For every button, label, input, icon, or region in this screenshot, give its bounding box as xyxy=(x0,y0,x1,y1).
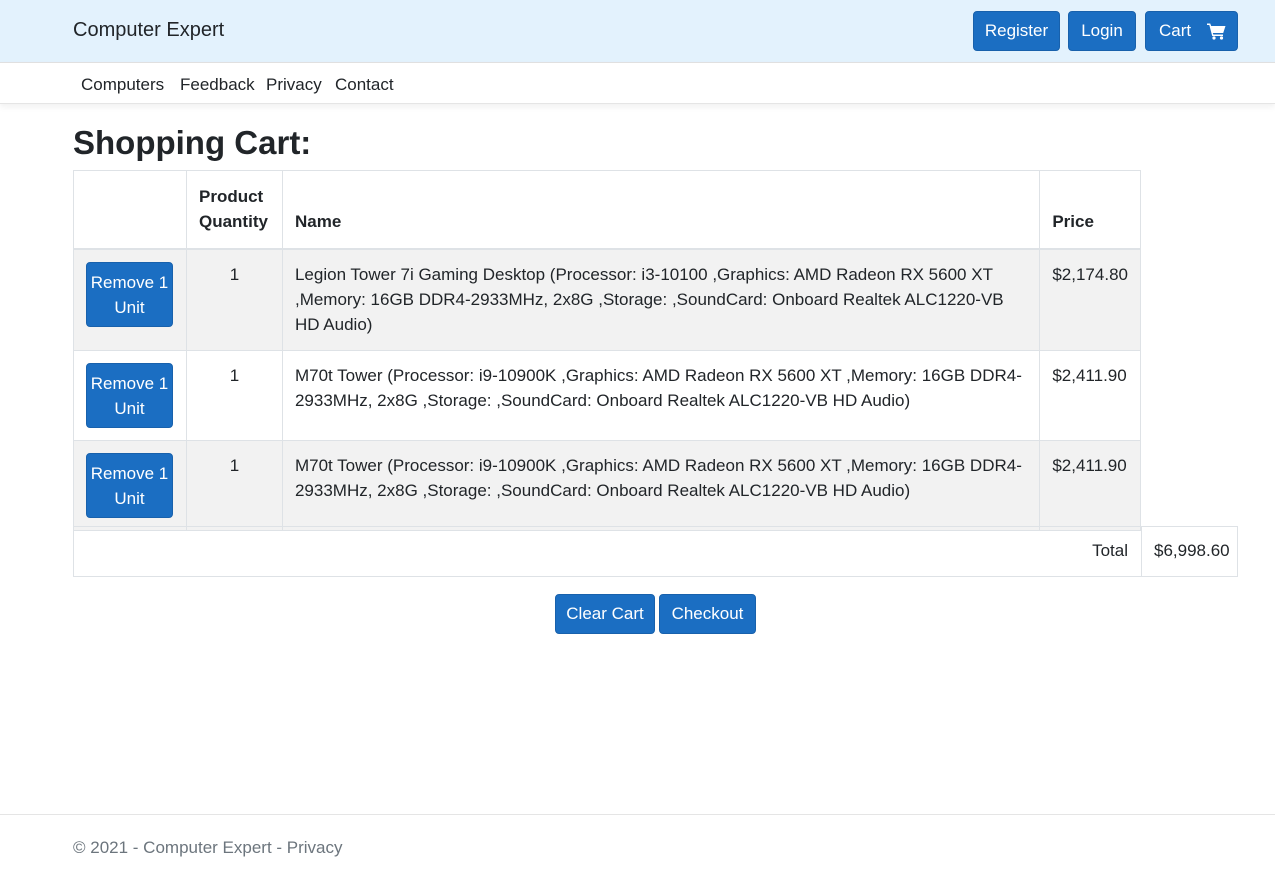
quantity-cell: 1 xyxy=(185,439,283,531)
nav-computers[interactable]: Computers xyxy=(81,75,164,95)
shopping-cart-icon xyxy=(1207,23,1226,40)
cart-table: Product Quantity Name Price Remove 1 Uni… xyxy=(73,170,1141,531)
product-name-cell: M70t Tower (Processor: i9-10900K ,Graphi… xyxy=(281,439,1041,531)
nav-contact[interactable]: Contact xyxy=(335,75,394,95)
quantity-cell: 1 xyxy=(185,248,283,351)
top-navbar: Computer Expert Register Login Cart xyxy=(0,0,1275,62)
remove-unit-button[interactable]: Remove 1 Unit xyxy=(86,262,173,327)
product-name-cell: Legion Tower 7i Gaming Desktop (Processo… xyxy=(281,248,1041,351)
header-quantity: Product Quantity xyxy=(185,170,283,250)
checkout-button[interactable]: Checkout xyxy=(659,594,756,634)
remove-unit-button[interactable]: Remove 1 Unit xyxy=(86,452,173,518)
nav-privacy[interactable]: Privacy xyxy=(266,75,322,95)
total-divider xyxy=(1141,527,1142,576)
secondary-nav: Computers Feedback Privacy Contact xyxy=(0,62,1275,104)
table-row: Remove 1 Unit 1 Legion Tower 7i Gaming D… xyxy=(73,248,1141,351)
row-action-cell: Remove 1 Unit xyxy=(73,248,187,351)
table-row: Remove 1 Unit 1 M70t Tower (Processor: i… xyxy=(73,349,1141,441)
cart-button-label: Cart xyxy=(1159,21,1192,40)
footer: © 2021 - Computer Expert - Privacy xyxy=(0,814,1275,875)
brand-link[interactable]: Computer Expert xyxy=(73,19,224,42)
footer-text: © 2021 - Computer Expert - Privacy xyxy=(73,838,343,857)
total-label: Total xyxy=(1092,541,1128,560)
header-name: Name xyxy=(281,170,1041,250)
total-row: Total $6,998.60 xyxy=(73,526,1238,577)
row-action-cell: Remove 1 Unit xyxy=(73,349,187,441)
register-button[interactable]: Register xyxy=(973,11,1060,51)
table-row: Remove 1 Unit 1 M70t Tower (Processor: i… xyxy=(73,439,1141,531)
cart-button[interactable]: Cart xyxy=(1145,11,1238,51)
quantity-cell: 1 xyxy=(185,349,283,441)
header-actions xyxy=(73,170,187,250)
product-name-cell: M70t Tower (Processor: i9-10900K ,Graphi… xyxy=(281,349,1041,441)
page-title: Shopping Cart: xyxy=(73,124,312,161)
clear-cart-button[interactable]: Clear Cart xyxy=(555,594,655,634)
remove-unit-button[interactable]: Remove 1 Unit xyxy=(86,362,173,428)
login-button[interactable]: Login xyxy=(1068,11,1136,51)
nav-feedback[interactable]: Feedback xyxy=(180,75,255,95)
price-cell: $2,411.90 xyxy=(1039,349,1141,441)
price-cell: $2,174.80 xyxy=(1039,248,1141,351)
table-header-row: Product Quantity Name Price xyxy=(73,170,1141,250)
total-value: $6,998.60 xyxy=(1154,541,1230,560)
row-action-cell: Remove 1 Unit xyxy=(73,439,187,531)
header-price: Price xyxy=(1039,170,1141,250)
price-cell: $2,411.90 xyxy=(1039,439,1141,531)
